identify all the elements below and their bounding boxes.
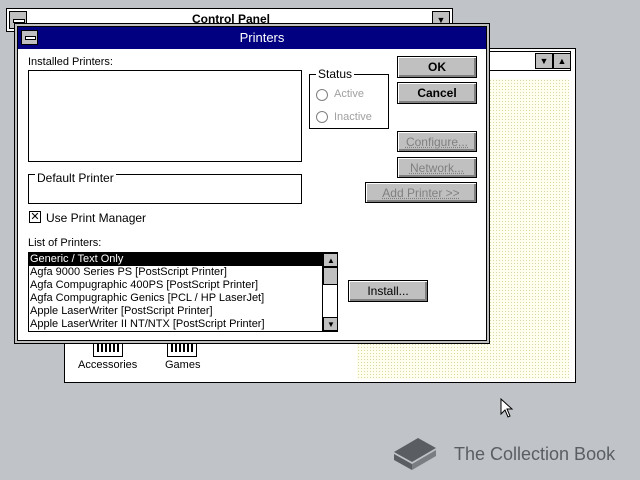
configure-button[interactable]: Configure...	[397, 131, 477, 152]
printers-dialog: Printers Installed Printers: Status Acti…	[17, 26, 487, 341]
active-radio	[316, 89, 328, 101]
dialog-title: Printers	[239, 30, 285, 45]
use-print-manager-label[interactable]: Use Print Manager	[46, 211, 146, 225]
ok-button[interactable]: OK	[397, 56, 477, 78]
inactive-radio-label: Inactive	[334, 111, 372, 123]
games-label[interactable]: Games	[165, 359, 200, 371]
list-item[interactable]: Apple LaserWriter [PostScript Printer]	[29, 305, 337, 318]
list-item[interactable]: Agfa 9000 Series PS [PostScript Printer]	[29, 266, 337, 279]
scroll-down-button[interactable]: ▼	[323, 317, 337, 331]
installed-printers-list[interactable]	[28, 70, 302, 162]
network-button[interactable]: Network...	[397, 157, 477, 178]
cancel-button[interactable]: Cancel	[397, 82, 477, 104]
triangle-up-icon: ▲	[327, 255, 335, 265]
printers-list[interactable]: Generic / Text Only Agfa 9000 Series PS …	[28, 252, 338, 332]
list-of-printers-label: List of Printers:	[28, 237, 102, 249]
install-button[interactable]: Install...	[348, 280, 428, 302]
dialog-title-bar: Printers	[18, 27, 486, 49]
status-label: Status	[316, 67, 355, 81]
scroll-down-button[interactable]: ▼	[535, 53, 553, 69]
list-item[interactable]: Generic / Text Only	[29, 253, 337, 266]
book-icon	[394, 438, 436, 470]
system-menu-icon[interactable]	[21, 30, 38, 45]
list-scrollbar[interactable]: ▲ ▼	[322, 253, 337, 331]
default-printer-label: Default Printer	[35, 171, 116, 185]
check-x-icon: ✕	[30, 210, 40, 223]
list-item[interactable]: Agfa Compugraphic 400PS [PostScript Prin…	[29, 279, 337, 292]
scroll-up-button[interactable]: ▲	[553, 53, 571, 69]
scrollbar-thumb[interactable]	[323, 267, 337, 285]
add-printer-button[interactable]: Add Printer >>	[365, 182, 477, 203]
active-radio-label: Active	[334, 88, 364, 100]
installed-printers-label: Installed Printers:	[28, 56, 113, 68]
triangle-up-icon: ▲	[557, 56, 567, 66]
scroll-up-button[interactable]: ▲	[323, 253, 337, 267]
use-print-manager-checkbox[interactable]: ✕	[29, 211, 41, 223]
accessories-label[interactable]: Accessories	[78, 359, 137, 371]
watermark-text: The Collection Book	[454, 444, 616, 464]
inactive-radio	[316, 111, 328, 123]
triangle-down-icon: ▼	[539, 56, 549, 66]
triangle-down-icon: ▼	[327, 319, 335, 329]
list-item[interactable]: Apple LaserWriter II NT/NTX [PostScript …	[29, 318, 337, 331]
triangle-down-icon: ▼	[436, 15, 446, 25]
mouse-cursor-icon	[500, 398, 514, 418]
dithered-background	[507, 79, 569, 379]
list-item[interactable]: Agfa Compugraphic Genics [PCL / HP Laser…	[29, 292, 337, 305]
